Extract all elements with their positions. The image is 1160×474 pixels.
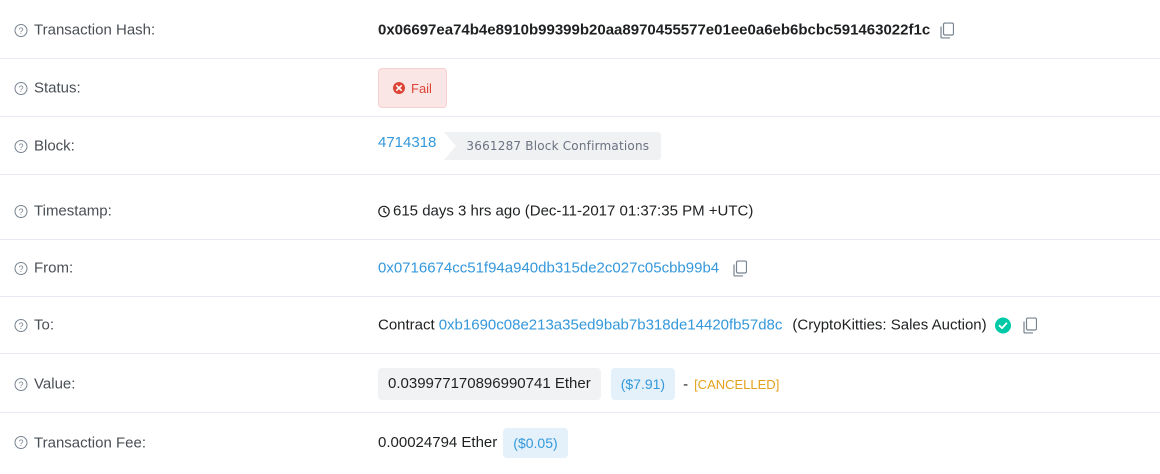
from-address-link[interactable]: 0x0716674cc51f94a940db315de2c027c05cbb99… [378,260,719,277]
label-text: Transaction Fee: [34,434,146,451]
label-status: ? Status: [14,80,81,97]
question-circle-icon[interactable]: ? [14,139,28,153]
label-text: Transaction Hash: [34,21,156,39]
block-confirmations-badge: 3661287 Block Confirmations [444,132,662,160]
row-timestamp: ? Timestamp: 615 days 3 hrs ago (Dec-11-… [0,183,1160,240]
copy-icon[interactable] [1023,317,1037,333]
question-circle-icon[interactable]: ? [14,377,28,391]
status-text: Fail [411,80,432,96]
svg-text:?: ? [18,26,23,36]
label-transaction-hash: ? Transaction Hash: [14,22,155,39]
value-ether-amount: 0.039977170896990741 Ether [378,368,601,400]
value-usd-amount: ($7.91) [610,368,676,400]
cancelled-note: [CANCELLED] [694,376,780,392]
value-status: Fail [378,68,447,108]
copy-icon[interactable] [940,22,955,38]
label-text: Value: [34,375,76,393]
times-circle-icon [393,82,405,94]
copy-icon[interactable] [733,260,748,276]
question-circle-icon[interactable]: ? [14,318,28,332]
svg-text:?: ? [18,438,23,448]
label-transaction-fee: ? Transaction Fee: [14,434,146,451]
label-to: ? To: [14,317,54,334]
row-from: ? From: 0x0716674cc51f94a940db315de2c027… [0,240,1160,297]
question-circle-icon[interactable]: ? [14,81,28,95]
check-circle-icon [994,317,1011,333]
label-timestamp: ? Timestamp: [14,203,112,220]
label-value: ? Value: [14,376,75,393]
svg-text:?: ? [18,142,23,152]
question-circle-icon[interactable]: ? [14,23,28,37]
status-badge: Fail [378,68,447,108]
value-value: 0.039977170896990741 Ether ($7.91) - [CA… [378,368,779,400]
label-text: From: [34,259,74,277]
row-transaction-fee: ? Transaction Fee: 0.00024794 Ether ($0.… [0,414,1160,471]
question-circle-icon[interactable]: ? [14,204,28,218]
svg-text:?: ? [18,84,23,94]
label-block: ? Block: [14,138,75,155]
contract-prefix: Contract [378,316,435,334]
value-block: 4714318 3661287 Block Confirmations [378,132,662,160]
block-number-link[interactable]: 4714318 [378,134,436,151]
row-status: ? Status: Fail [0,60,1160,117]
value-timestamp: 615 days 3 hrs ago (Dec-11-2017 01:37:35… [378,203,753,220]
label-text: Status: [34,79,81,97]
value-transaction-fee: 0.00024794 Ether ($0.05) [378,427,568,458]
contract-name: (CryptoKitties: Sales Auction) [792,316,987,334]
label-text: Timestamp: [34,202,112,220]
to-address-link[interactable]: 0xb1690c08e213a35ed9bab7b318de14420fb57d… [439,317,783,334]
fee-usd-amount: ($0.05) [503,427,568,458]
svg-text:?: ? [18,380,23,390]
value-transaction-hash: 0x06697ea74b4e8910b99399b20aa8970455577e… [378,21,955,39]
value-dash: - [683,375,689,393]
fee-ether-amount: 0.00024794 Ether [378,434,498,451]
question-circle-icon[interactable]: ? [14,261,28,275]
row-value: ? Value: 0.039977170896990741 Ether ($7.… [0,356,1160,413]
clock-icon [378,205,390,217]
label-text: Block: [34,137,75,155]
row-to: ? To: Contract 0xb1690c08e213a35ed9bab7b… [0,297,1160,354]
label-from: ? From: [14,260,73,277]
label-text: To: [34,316,55,334]
value-from: 0x0716674cc51f94a940db315de2c027c05cbb99… [378,260,748,277]
row-block: ? Block: 4714318 3661287 Block Confirmat… [0,118,1160,175]
svg-text:?: ? [18,207,23,217]
svg-text:?: ? [18,321,23,331]
transaction-hash-text: 0x06697ea74b4e8910b99399b20aa8970455577e… [378,21,931,39]
value-to: Contract 0xb1690c08e213a35ed9bab7b318de1… [378,317,1037,334]
timestamp-text: 615 days 3 hrs ago (Dec-11-2017 01:37:35… [393,202,754,220]
svg-text:?: ? [18,264,23,274]
question-circle-icon[interactable]: ? [14,436,28,450]
row-transaction-hash: ? Transaction Hash: 0x06697ea74b4e8910b9… [0,2,1160,59]
